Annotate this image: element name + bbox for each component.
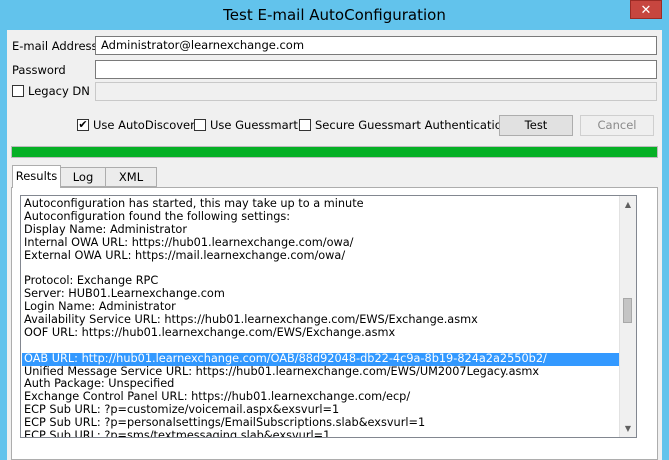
title-bar[interactable]: Test E-mail AutoConfiguration ✕	[0, 0, 669, 30]
progress-bar	[11, 146, 658, 158]
email-field[interactable]: Administrator@learnexchange.com	[95, 36, 657, 55]
results-lines: Autoconfiguration has started, this may …	[22, 197, 634, 438]
scroll-up-icon[interactable]: ▲	[620, 197, 636, 212]
result-line: Display Name: Administrator	[24, 222, 187, 236]
result-line: ECP Sub URL: ?p=sms/textmessaging.slab&e…	[24, 429, 331, 438]
autoconfig-window: Test E-mail AutoConfiguration ✕ E-mail A…	[0, 0, 669, 460]
legacy-dn-label: Legacy DN	[28, 84, 90, 98]
use-guessmart-checkbox[interactable]	[194, 119, 206, 131]
password-label: Password	[12, 63, 66, 77]
result-line: Availability Service URL: https://hub01.…	[24, 313, 478, 327]
use-autodiscover-label[interactable]: Use AutoDiscover	[93, 118, 195, 132]
legacy-dn-checkbox[interactable]	[12, 85, 24, 97]
tab-xml[interactable]: XML	[105, 167, 157, 187]
result-line: OAB URL: http://hub01.learnexchange.com/…	[22, 352, 634, 366]
progress-fill	[12, 147, 657, 157]
result-line: Internal OWA URL: https://hub01.learnexc…	[24, 235, 354, 249]
use-guessmart-label[interactable]: Use Guessmart	[210, 118, 298, 132]
tab-results[interactable]: Results	[12, 165, 61, 188]
email-label: E-mail Address	[12, 39, 98, 53]
close-icon: ✕	[640, 3, 652, 18]
test-button[interactable]: Test	[499, 115, 573, 136]
dialog-body: E-mail Address Administrator@learnexchan…	[7, 30, 662, 460]
close-button[interactable]: ✕	[630, 0, 662, 19]
results-textbox[interactable]: Autoconfiguration has started, this may …	[20, 195, 637, 438]
result-line: External OWA URL: https://mail.learnexch…	[24, 248, 346, 262]
result-line	[22, 340, 634, 353]
result-line: Autoconfiguration found the following se…	[24, 209, 291, 223]
cancel-button: Cancel	[580, 115, 654, 136]
results-scrollbar[interactable]: ▲ ▼	[619, 196, 636, 437]
password-field[interactable]	[95, 60, 657, 79]
result-line: OOF URL: https://hub01.learnexchange.com…	[24, 325, 396, 339]
results-panel: Autoconfiguration has started, this may …	[11, 187, 658, 460]
result-line: Autoconfiguration has started, this may …	[24, 197, 364, 210]
use-autodiscover-checkbox[interactable]: ✔	[77, 119, 89, 131]
scroll-down-icon[interactable]: ▼	[620, 421, 636, 436]
scroll-thumb[interactable]	[623, 298, 632, 323]
secure-guessmart-label[interactable]: Secure Guessmart Authentication	[315, 118, 509, 132]
window-title: Test E-mail AutoConfiguration	[223, 6, 446, 24]
legacy-dn-field	[95, 82, 657, 101]
secure-guessmart-checkbox[interactable]	[299, 119, 311, 131]
tab-log[interactable]: Log	[60, 167, 106, 187]
